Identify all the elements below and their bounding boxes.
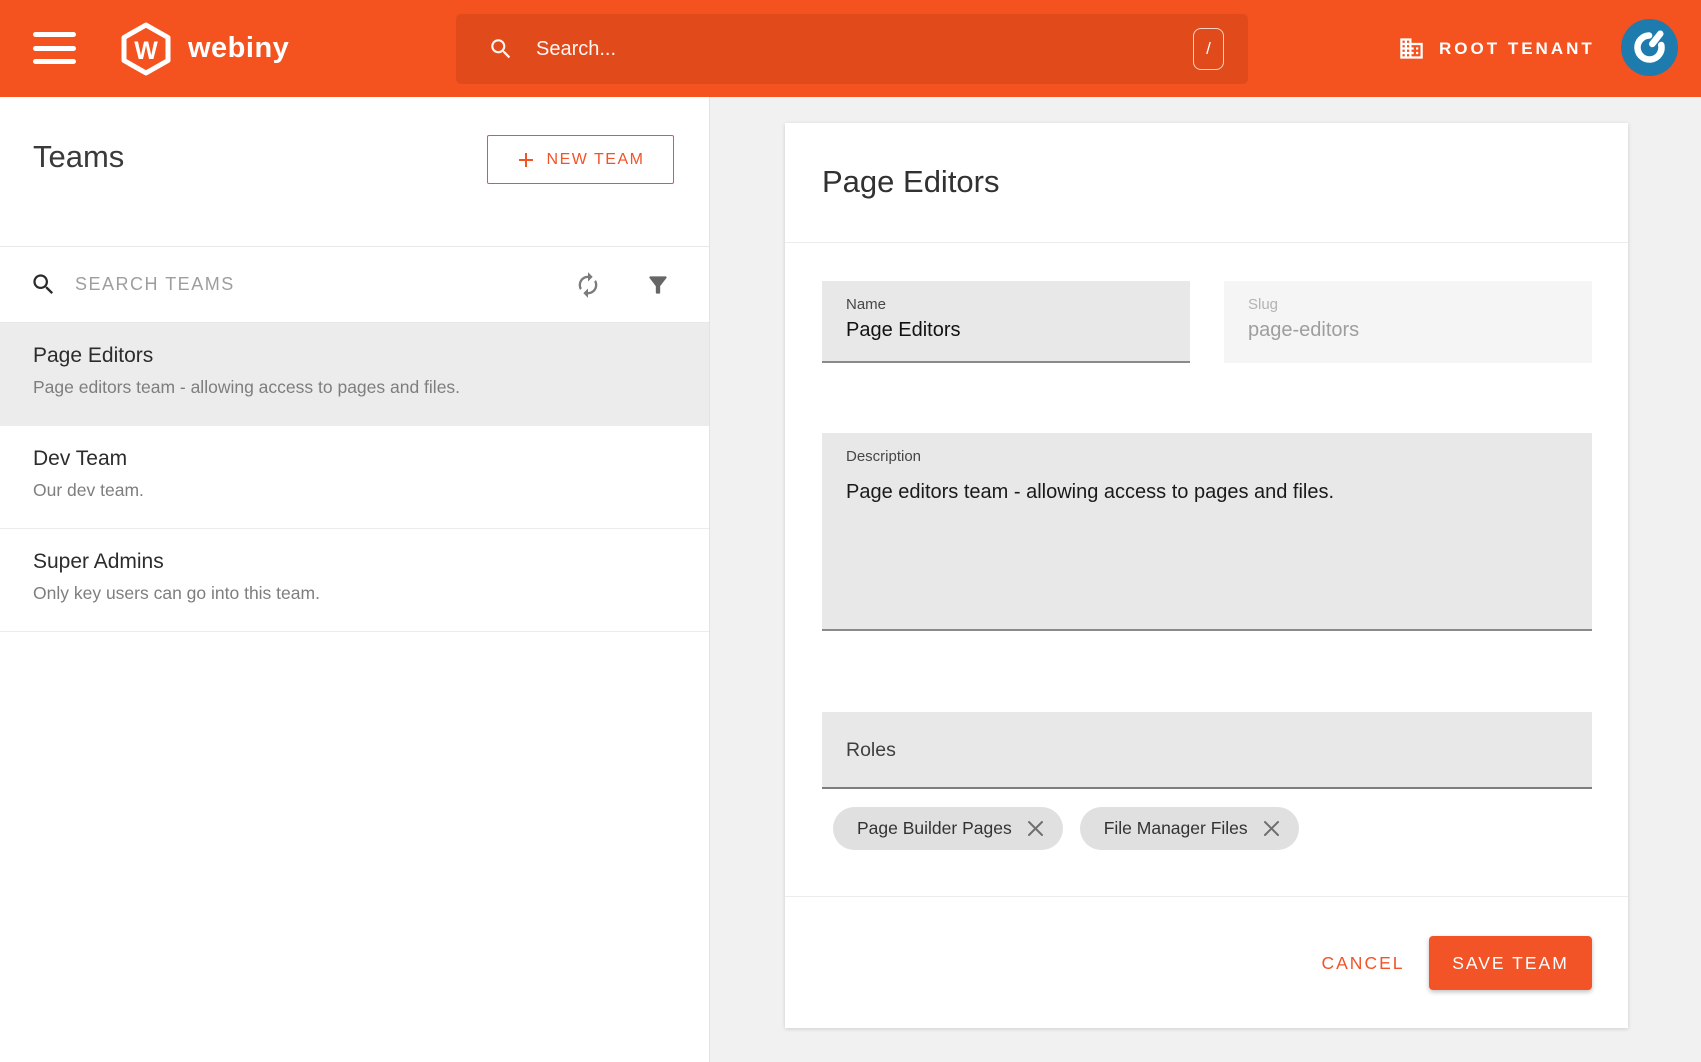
tenant-label: ROOT TENANT: [1439, 39, 1595, 59]
description-field-label: Description: [846, 448, 921, 465]
team-name: Page Editors: [33, 323, 676, 368]
name-field[interactable]: Name: [822, 281, 1190, 363]
global-search[interactable]: /: [456, 14, 1248, 84]
name-field-label: Name: [846, 296, 886, 313]
remove-role-button[interactable]: [1026, 819, 1045, 838]
chip-label: Page Builder Pages: [857, 818, 1012, 839]
app-header: W webiny / ROOT TENANT: [0, 0, 1701, 97]
webiny-logo-icon: W: [119, 22, 173, 76]
team-list-item-dev-team[interactable]: Dev Team Our dev team.: [0, 426, 709, 529]
new-team-button[interactable]: NEW TEAM: [487, 135, 674, 184]
name-input[interactable]: [846, 319, 1166, 342]
role-chips: Page Builder Pages File Manager Files: [833, 807, 1299, 850]
teams-search-input[interactable]: [75, 274, 475, 295]
team-description: Our dev team.: [33, 480, 676, 501]
description-textarea[interactable]: Page editors team - allowing access to p…: [846, 479, 1566, 609]
search-icon: [30, 271, 57, 298]
search-shortcut-hint: /: [1193, 28, 1224, 70]
role-chip-file-manager-files: File Manager Files: [1080, 807, 1299, 850]
building-icon: [1398, 35, 1425, 62]
save-team-button[interactable]: SAVE TEAM: [1429, 936, 1592, 990]
filter-icon: [645, 272, 671, 298]
hamburger-menu-button[interactable]: [33, 32, 76, 64]
team-form-card: Page Editors Name Slug Description Page …: [785, 123, 1628, 1028]
tenant-selector[interactable]: ROOT TENANT: [1398, 0, 1595, 97]
filter-button[interactable]: [645, 272, 671, 298]
team-detail-panel: Page Editors Name Slug Description Page …: [711, 97, 1701, 1062]
team-description: Only key users can go into this team.: [33, 583, 676, 604]
brand[interactable]: W webiny: [119, 0, 289, 97]
brand-name: webiny: [188, 32, 289, 65]
team-list-item-page-editors[interactable]: Page Editors Page editors team - allowin…: [0, 323, 709, 426]
teams-sidebar: Teams NEW TEAM Page Editors Page editors: [0, 97, 710, 1062]
slug-input: [1248, 319, 1568, 342]
team-description: Page editors team - allowing access to p…: [33, 377, 676, 398]
description-field[interactable]: Description Page editors team - allowing…: [822, 433, 1592, 631]
refresh-button[interactable]: [574, 271, 602, 299]
slug-field-label: Slug: [1248, 296, 1278, 313]
page-title: Teams: [33, 139, 124, 175]
refresh-icon: [574, 271, 602, 299]
search-icon: [488, 36, 514, 62]
team-name: Super Admins: [33, 529, 676, 574]
chip-label: File Manager Files: [1104, 818, 1248, 839]
global-search-input[interactable]: [536, 38, 1193, 61]
team-list: Page Editors Page editors team - allowin…: [0, 323, 709, 632]
role-chip-page-builder-pages: Page Builder Pages: [833, 807, 1063, 850]
user-avatar[interactable]: [1621, 19, 1678, 76]
roles-field[interactable]: Roles: [822, 712, 1592, 789]
form-title: Page Editors: [822, 164, 1000, 200]
roles-field-label: Roles: [846, 739, 896, 762]
close-icon: [1262, 819, 1281, 838]
cancel-button[interactable]: CANCEL: [1308, 936, 1418, 990]
divider: [785, 242, 1628, 243]
teams-search-bar: [0, 246, 709, 323]
remove-role-button[interactable]: [1262, 819, 1281, 838]
slug-field: Slug: [1224, 281, 1592, 363]
svg-text:W: W: [134, 37, 158, 65]
team-list-item-super-admins[interactable]: Super Admins Only key users can go into …: [0, 529, 709, 632]
close-icon: [1026, 819, 1045, 838]
team-name: Dev Team: [33, 426, 676, 471]
plus-icon: [517, 151, 535, 169]
divider: [785, 896, 1628, 897]
